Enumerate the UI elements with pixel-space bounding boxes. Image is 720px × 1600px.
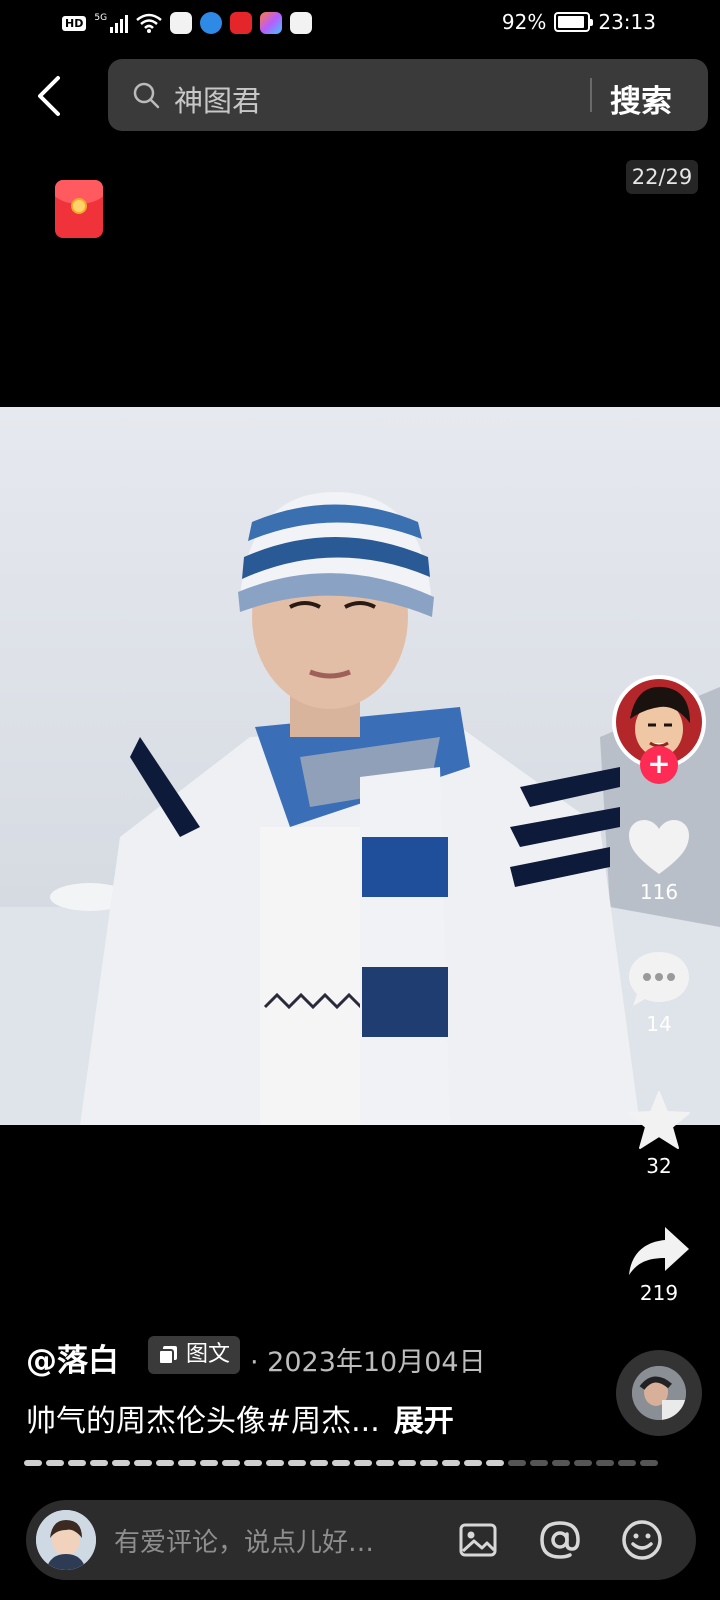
expand-button[interactable]: 展开 (394, 1404, 454, 1439)
status-right: 92% 23:13 (502, 10, 656, 34)
follow-plus-button[interactable]: + (640, 746, 678, 784)
post-caption: 帅气的周杰伦头像#周杰... 展开 (26, 1396, 454, 1440)
like-button[interactable]: 116 (618, 818, 700, 904)
post-date: · 2023年10月04日 (250, 1347, 486, 1378)
progress-segment (134, 1460, 152, 1466)
like-count: 116 (639, 880, 679, 904)
progress-segment (420, 1460, 438, 1466)
progress-segment (398, 1460, 416, 1466)
search-bar[interactable]: 神图君 搜索 (108, 59, 708, 131)
progress-segment (90, 1460, 108, 1466)
battery-icon (554, 12, 594, 32)
status-bar: HD 5G 92% 23:13 (0, 0, 720, 48)
progress-segment (574, 1460, 592, 1466)
heart-icon (629, 820, 689, 874)
music-disc[interactable] (616, 1350, 702, 1436)
progress-segment (464, 1460, 482, 1466)
progress-segment (222, 1460, 240, 1466)
post-type-label: 图文 (186, 1342, 231, 1367)
favorite-count: 32 (646, 1154, 672, 1178)
comment-bar: 有爱评论，说点儿好… (26, 1500, 696, 1580)
progress-segment (486, 1460, 504, 1466)
hd-badge: HD (62, 15, 87, 31)
image-progress-bar (24, 1460, 658, 1466)
notification-app-icon (260, 12, 283, 34)
progress-segment (354, 1460, 372, 1466)
star-icon (628, 1091, 690, 1149)
image-counter: 22/29 (626, 160, 698, 194)
progress-segment (552, 1460, 570, 1466)
wifi-icon (136, 13, 162, 33)
progress-segment (156, 1460, 174, 1466)
notification-app-icon (200, 12, 223, 34)
post-type-tag: 图文 (148, 1336, 240, 1374)
emoji-icon[interactable] (620, 1518, 664, 1562)
progress-segment (178, 1460, 196, 1466)
caption-text: 帅气的周杰伦头像#周杰... (26, 1404, 380, 1439)
progress-segment (640, 1460, 658, 1466)
notification-app-icon (290, 12, 313, 34)
comment-count: 14 (646, 1012, 672, 1036)
comment-button[interactable]: 14 (618, 950, 700, 1036)
share-count: 219 (639, 1281, 679, 1305)
favorite-button[interactable]: 32 (618, 1090, 700, 1178)
share-button[interactable]: 219 (618, 1225, 700, 1305)
comment-bubble-icon (629, 952, 689, 1006)
notification-app-icon (230, 12, 253, 34)
post-photo[interactable] (0, 407, 720, 1125)
progress-segment (288, 1460, 306, 1466)
share-arrow-icon (629, 1227, 689, 1275)
progress-segment (24, 1460, 42, 1466)
battery-percent: 92% (501, 10, 547, 34)
progress-segment (596, 1460, 614, 1466)
progress-segment (618, 1460, 636, 1466)
progress-segment (508, 1460, 526, 1466)
progress-segment (46, 1460, 64, 1466)
progress-segment (68, 1460, 86, 1466)
status-left: HD 5G (62, 12, 313, 34)
my-avatar (36, 1510, 96, 1570)
progress-segment (530, 1460, 548, 1466)
network-type: 5G (94, 13, 108, 23)
at-icon[interactable] (538, 1518, 582, 1562)
comment-input[interactable]: 有爱评论，说点儿好… (114, 1522, 374, 1559)
search-input[interactable]: 神图君 (174, 78, 261, 120)
progress-segment (310, 1460, 328, 1466)
chevron-left-icon (38, 76, 60, 116)
progress-segment (442, 1460, 460, 1466)
cellular-signal-icon: 5G (94, 13, 129, 33)
search-button[interactable]: 搜索 (610, 76, 672, 121)
progress-segment (266, 1460, 284, 1466)
gallery-icon (158, 1346, 177, 1365)
progress-segment (200, 1460, 218, 1466)
notification-app-icon (170, 12, 193, 34)
author-name[interactable]: @落白 (26, 1335, 119, 1380)
clock: 23:13 (598, 10, 656, 34)
back-button[interactable] (30, 74, 70, 118)
progress-segment (112, 1460, 130, 1466)
progress-segment (376, 1460, 394, 1466)
search-icon (133, 82, 160, 109)
music-cover-image (632, 1366, 686, 1420)
progress-segment (244, 1460, 262, 1466)
search-divider (590, 78, 592, 112)
red-packet-icon[interactable] (55, 180, 103, 238)
progress-segment (332, 1460, 350, 1466)
image-icon[interactable] (456, 1518, 500, 1562)
